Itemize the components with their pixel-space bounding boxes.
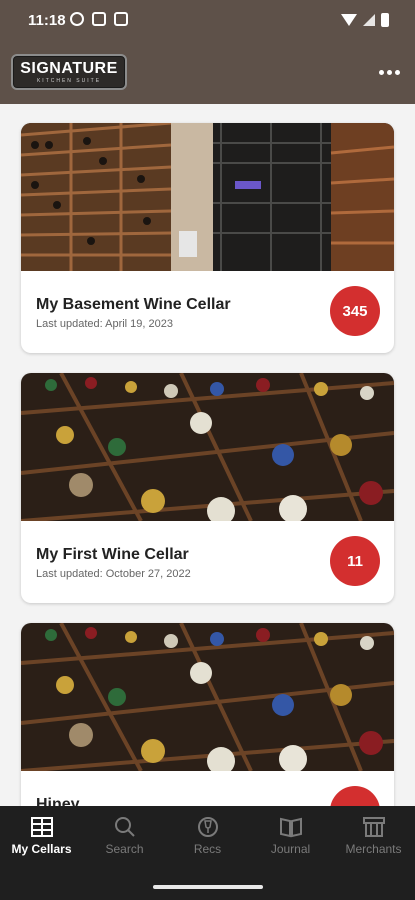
instagram-icon xyxy=(70,12,84,26)
more-dot xyxy=(386,69,392,75)
cellar-title: My First Wine Cellar xyxy=(36,546,189,563)
nav-label: Recs xyxy=(193,842,222,856)
cellar-last-updated: Last updated: October 27, 2022 xyxy=(36,568,191,580)
bottle-count-badge: 345 xyxy=(330,286,380,336)
cellar-card[interactable]: My First Wine Cellar Last updated: Octob… xyxy=(21,373,394,603)
wifi-icon xyxy=(341,14,357,26)
home-gesture-bar[interactable] xyxy=(153,885,263,889)
system-navigation xyxy=(0,868,415,900)
logo-subtext: KITCHEN SUITE xyxy=(36,78,102,84)
battery-icon xyxy=(381,13,389,27)
notification-icons xyxy=(70,12,128,26)
cellar-title: My Basement Wine Cellar xyxy=(36,296,231,313)
cellar-list[interactable]: My Basement Wine Cellar Last updated: Ap… xyxy=(0,104,415,806)
more-dot xyxy=(394,69,400,75)
cellar-last-updated: Last updated: April 19, 2023 xyxy=(36,318,173,330)
signature-logo[interactable]: SIGNATURE KITCHEN SUITE xyxy=(11,54,127,90)
status-time: 11:18 xyxy=(28,12,66,29)
nav-recs[interactable]: Recs xyxy=(166,806,249,868)
search-icon xyxy=(114,817,135,837)
status-bar: 11:18 xyxy=(0,0,415,42)
nav-label: My Cellars xyxy=(11,842,72,856)
more-vertical-icon xyxy=(378,69,384,75)
journal-book-icon xyxy=(279,817,302,838)
nav-label: Journal xyxy=(270,842,311,856)
bottle-count-badge xyxy=(330,786,380,806)
cellar-card[interactable]: My Basement Wine Cellar Last updated: Ap… xyxy=(21,123,394,353)
calendar-icon xyxy=(114,12,128,26)
system-icons xyxy=(341,13,389,27)
app-bar: SIGNATURE KITCHEN SUITE xyxy=(0,42,415,104)
logo-text: SIGNATURE xyxy=(20,60,118,77)
cellar-title: Hiney xyxy=(36,796,80,806)
recs-glass-icon xyxy=(197,817,218,837)
storefront-icon xyxy=(362,817,385,837)
nav-search[interactable]: Search xyxy=(83,806,166,868)
bottom-navigation: My Cellars Search Recs Journal Merchants xyxy=(0,806,415,868)
app-screen: 11:18 SIGNATURE KITCHEN SUITE My Basemen… xyxy=(0,0,415,900)
bottle-count-badge: 11 xyxy=(330,536,380,586)
nav-my-cellars[interactable]: My Cellars xyxy=(0,806,83,868)
more-options-button[interactable] xyxy=(375,60,403,84)
cellar-card[interactable]: Hiney xyxy=(21,623,394,806)
nav-label: Search xyxy=(105,842,144,856)
signal-icon xyxy=(363,14,375,26)
cellar-image xyxy=(21,623,394,771)
cellar-image xyxy=(21,123,394,271)
nav-journal[interactable]: Journal xyxy=(249,806,332,868)
nav-merchants[interactable]: Merchants xyxy=(332,806,415,868)
cellar-grid-icon xyxy=(30,817,53,837)
nav-label: Merchants xyxy=(345,842,402,856)
cast-icon xyxy=(92,12,106,26)
cellar-image xyxy=(21,373,394,521)
